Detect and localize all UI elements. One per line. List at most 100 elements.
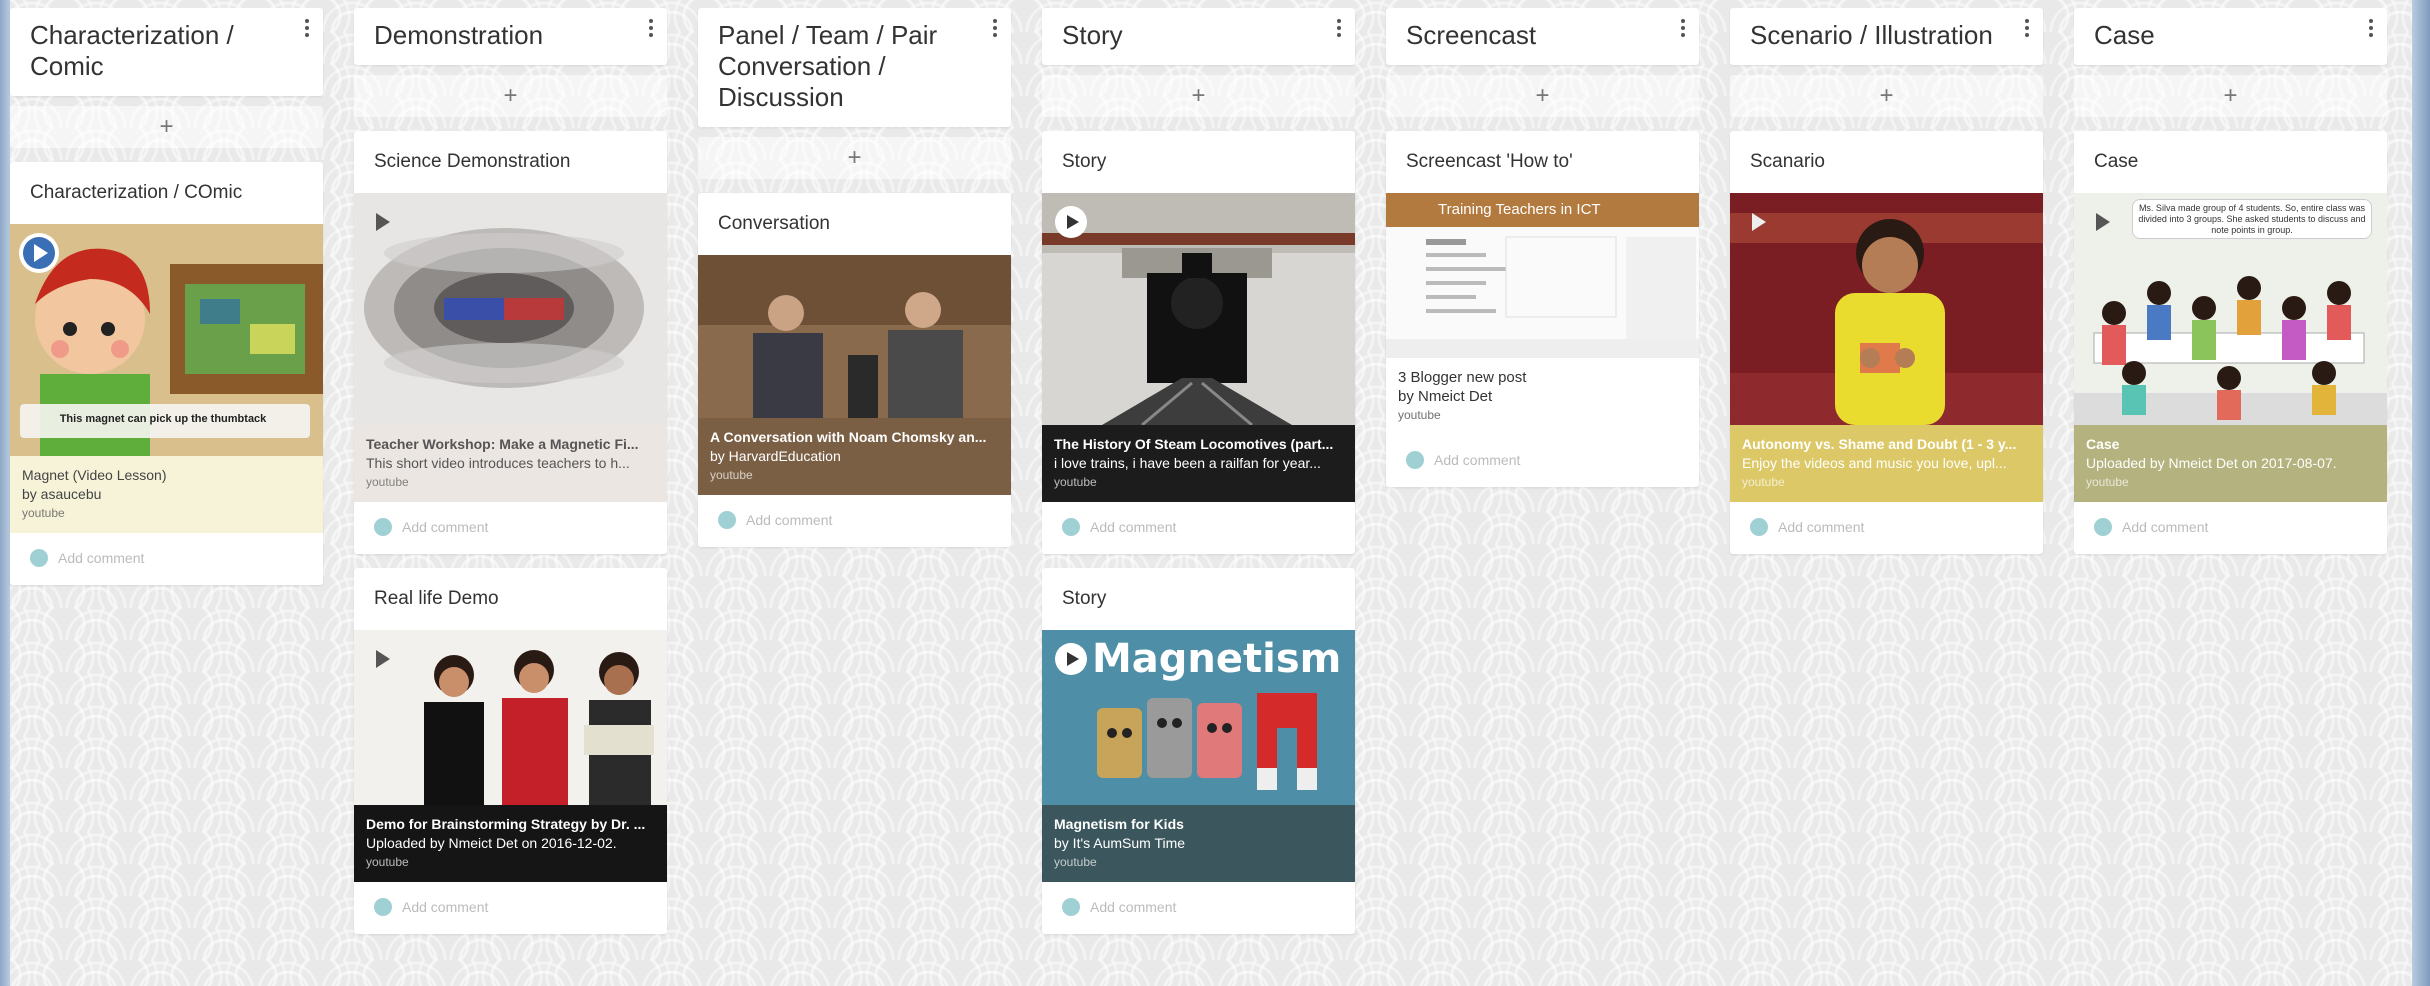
attachment-title: Case: [2086, 436, 2120, 452]
attachment-source: youtube: [22, 506, 65, 520]
post-card[interactable]: Characterization / COmic This magnet can…: [10, 162, 323, 585]
video-attachment[interactable]: This magnet can pick up the thumbtack Ma…: [10, 224, 323, 533]
avatar-icon: [1406, 451, 1424, 469]
column-demonstration: Demonstration + Science Demonstration Te…: [354, 8, 667, 934]
add-comment-field[interactable]: Add comment: [354, 502, 667, 554]
comment-placeholder: Add comment: [1090, 519, 1177, 535]
play-icon[interactable]: [1752, 213, 1766, 231]
window-right-edge: [2412, 0, 2430, 986]
video-attachment[interactable]: The History Of Steam Locomotives (part..…: [1042, 193, 1355, 502]
comment-placeholder: Add comment: [402, 519, 489, 535]
post-card[interactable]: Screencast 'How to' Training Teachers in…: [1386, 131, 1699, 487]
column-title: Screencast: [1406, 20, 1537, 50]
post-card[interactable]: Scanario Autonomy vs. Shame and Doubt (1…: [1730, 131, 2043, 554]
video-thumbnail: [354, 193, 667, 425]
attachment-info: Magnet (Video Lesson) by asaucebu youtub…: [10, 456, 323, 533]
attachment-title: Teacher Workshop: Make a Magnetic Fi...: [366, 436, 639, 452]
video-attachment[interactable]: Ms. Silva made group of 4 students. So, …: [2074, 193, 2387, 502]
column-characterization: Characterization / Comic + Characterizat…: [10, 8, 323, 585]
video-attachment[interactable]: Teacher Workshop: Make a Magnetic Fi... …: [354, 193, 667, 502]
play-icon[interactable]: [376, 650, 390, 668]
add-comment-field[interactable]: Add comment: [1730, 502, 2043, 554]
comment-placeholder: Add comment: [1090, 899, 1177, 915]
attachment-info: A Conversation with Noam Chomsky an... b…: [698, 418, 1011, 495]
attachment-source: youtube: [1742, 475, 1785, 489]
add-comment-field[interactable]: Add comment: [1386, 435, 1699, 487]
add-comment-field[interactable]: Add comment: [2074, 502, 2387, 554]
more-vert-icon[interactable]: [2021, 16, 2033, 42]
add-post-button[interactable]: +: [1386, 75, 1699, 117]
column-screencast: Screencast + Screencast 'How to' Trainin…: [1386, 8, 1699, 487]
column-title: Story: [1062, 20, 1123, 50]
more-vert-icon[interactable]: [1677, 16, 1689, 42]
play-icon[interactable]: [16, 230, 62, 276]
post-card[interactable]: Conversation A Conversation with Noam Ch…: [698, 193, 1011, 547]
add-comment-field[interactable]: Add comment: [1042, 502, 1355, 554]
add-post-button[interactable]: +: [1730, 75, 2043, 117]
more-vert-icon[interactable]: [1333, 16, 1345, 42]
padlet-board: Characterization / Comic + Characterizat…: [10, 0, 2412, 986]
attachment-info: The History Of Steam Locomotives (part..…: [1042, 425, 1355, 502]
add-post-button[interactable]: +: [698, 137, 1011, 179]
attachment-source: youtube: [366, 855, 409, 869]
comment-placeholder: Add comment: [1778, 519, 1865, 535]
play-icon[interactable]: [376, 213, 390, 231]
attachment-description: by Nmeict Det: [1398, 388, 1493, 405]
column-case: Case + Case Ms. Silva made group of 4 st…: [2074, 8, 2387, 554]
attachment-source: youtube: [1054, 475, 1097, 489]
post-card[interactable]: Case Ms. Silva made group of 4 students.…: [2074, 131, 2387, 554]
post-card[interactable]: Story Magnetism Magnetism for Kids by It…: [1042, 568, 1355, 934]
post-card[interactable]: Story The History Of Steam Locomotives (…: [1042, 131, 1355, 554]
video-attachment[interactable]: Training Teachers in ICT 3 Blogger new p…: [1386, 193, 1699, 435]
add-post-button[interactable]: +: [1042, 75, 1355, 117]
add-comment-field[interactable]: Add comment: [698, 495, 1011, 547]
comment-placeholder: Add comment: [1434, 452, 1521, 468]
attachment-title: 3 Blogger new post: [1398, 369, 1527, 386]
add-comment-field[interactable]: Add comment: [354, 882, 667, 934]
comment-placeholder: Add comment: [58, 550, 145, 566]
attachment-description: Enjoy the videos and music you love, upl…: [1742, 455, 2007, 471]
attachment-title: Magnet (Video Lesson): [22, 467, 167, 483]
column-title: Scenario / Illustration: [1750, 20, 1993, 50]
post-title: Conversation: [718, 213, 830, 234]
avatar-icon: [1062, 898, 1080, 916]
video-attachment[interactable]: A Conversation with Noam Chomsky an... b…: [698, 255, 1011, 495]
add-post-button[interactable]: +: [10, 106, 323, 148]
attachment-source: youtube: [1398, 408, 1441, 422]
column-header: Demonstration: [354, 8, 667, 65]
more-vert-icon[interactable]: [645, 16, 657, 42]
avatar-icon: [1750, 518, 1768, 536]
post-card[interactable]: Real life Demo Demo for Brainstorming St…: [354, 568, 667, 934]
video-attachment[interactable]: Autonomy vs. Shame and Doubt (1 - 3 y...…: [1730, 193, 2043, 502]
add-comment-field[interactable]: Add comment: [10, 533, 323, 585]
column-header: Screencast: [1386, 8, 1699, 65]
post-card[interactable]: Science Demonstration Teacher Workshop: …: [354, 131, 667, 554]
comment-placeholder: Add comment: [402, 899, 489, 915]
play-icon[interactable]: [1054, 642, 1088, 676]
attachment-title: Magnetism for Kids: [1054, 816, 1184, 832]
post-title: Characterization / COmic: [30, 182, 243, 203]
video-attachment[interactable]: Magnetism Magnetism for Kids by It's Aum…: [1042, 630, 1355, 882]
column-header: Story: [1042, 8, 1355, 65]
post-title: Case: [2094, 151, 2139, 172]
add-comment-field[interactable]: Add comment: [1042, 882, 1355, 934]
video-thumbnail: [1042, 193, 1355, 425]
add-post-button[interactable]: +: [354, 75, 667, 117]
more-vert-icon[interactable]: [2365, 16, 2377, 42]
attachment-info: Autonomy vs. Shame and Doubt (1 - 3 y...…: [1730, 425, 2043, 502]
column-title: Case: [2094, 20, 2155, 50]
play-icon[interactable]: [2096, 213, 2110, 231]
video-caption: Ms. Silva made group of 4 students. So, …: [2132, 199, 2372, 239]
attachment-title: Demo for Brainstorming Strategy by Dr. .…: [366, 816, 646, 832]
attachment-description: This short video introduces teachers to …: [366, 455, 630, 471]
post-title: Screencast 'How to': [1406, 151, 1573, 172]
add-post-button[interactable]: +: [2074, 75, 2387, 117]
attachment-description: by HarvardEducation: [710, 448, 841, 464]
more-vert-icon[interactable]: [989, 16, 1001, 42]
video-thumbnail: Ms. Silva made group of 4 students. So, …: [2074, 193, 2387, 425]
more-vert-icon[interactable]: [301, 16, 313, 42]
video-attachment[interactable]: Demo for Brainstorming Strategy by Dr. .…: [354, 630, 667, 882]
play-icon[interactable]: [1054, 205, 1088, 239]
attachment-info: 3 Blogger new post by Nmeict Det youtube: [1386, 358, 1699, 435]
window-left-edge: [0, 0, 10, 986]
